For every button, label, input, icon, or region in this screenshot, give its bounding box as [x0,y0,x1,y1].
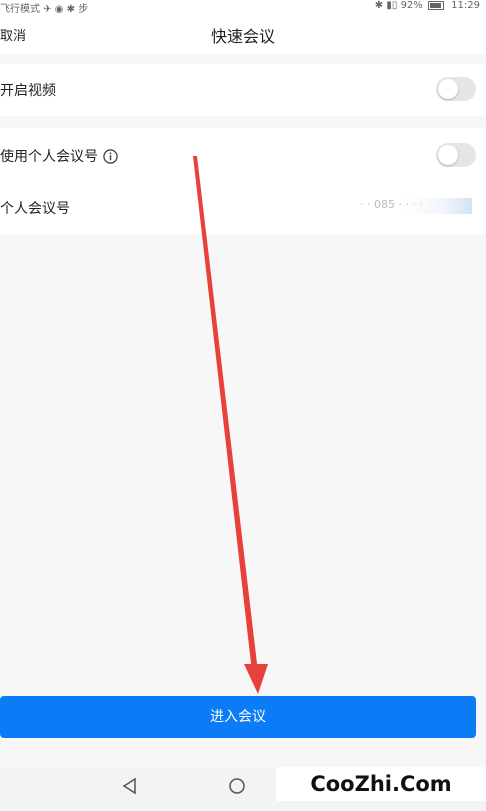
personal-id-toggle-row: 使用个人会议号 [0,130,486,182]
personal-id-value: · · 085 · · · · [360,198,472,214]
personal-id-toggle-knob [438,145,458,165]
personal-id-section: 使用个人会议号 个人会议号 · · 085 · · · · [0,128,486,234]
header-bar: 取消 快速会议 [0,14,486,54]
video-row: 开启视频 [0,64,486,116]
video-toggle-knob [438,79,458,99]
video-toggle[interactable] [436,77,476,101]
status-right: ✱ ▮▯ 92% 11:29 [375,0,480,11]
personal-id-toggle[interactable] [436,143,476,167]
personal-id-toggle-label: 使用个人会议号 [0,146,118,166]
annotation-arrow [193,156,268,694]
join-meeting-button[interactable]: 进入会议 [0,696,476,738]
info-icon[interactable] [103,149,118,164]
annotation-arrow-head [244,664,268,694]
signal-icon: ▮▯ [386,0,398,11]
battery-percent: 92% [400,0,423,11]
status-bar: 飞行模式 ✈ ◉ ✱ 步 ✱ ▮▯ 92% 11:29 [0,0,486,15]
nav-home-icon[interactable] [228,777,246,795]
page-title: 快速会议 [210,27,275,46]
status-time: 11:29 [451,0,480,11]
personal-id-label: 个人会议号 [0,201,70,217]
battery-icon [427,0,444,10]
watermark-text: CooZhi.Com [276,767,486,801]
redaction-blur [402,198,472,214]
personal-id-toggle-text: 使用个人会议号 [0,149,98,165]
status-left-text: 飞行模式 ✈ ◉ ✱ 步 [0,4,89,15]
video-section: 开启视频 [0,64,486,116]
nav-back-icon[interactable] [121,777,139,795]
personal-id-row: 个人会议号 · · 085 · · · · [0,182,486,234]
video-label: 开启视频 [0,83,56,99]
battery-level [429,2,441,8]
bluetooth-icon: ✱ [374,0,384,11]
